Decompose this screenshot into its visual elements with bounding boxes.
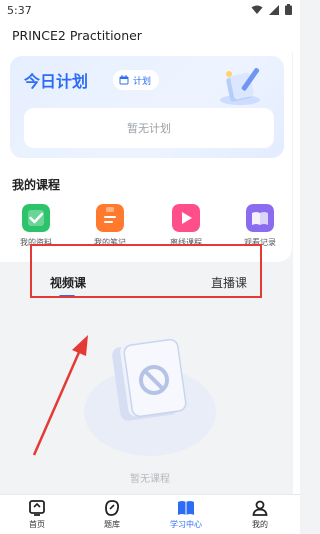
plan-empty-box: 暂无计划 [24, 108, 274, 148]
nav-question-bank[interactable]: 题库 [82, 498, 142, 534]
course-title[interactable]: PRINCE2 Practitioner [12, 28, 142, 43]
nav-profile-label: 我的 [252, 520, 268, 529]
nav-study-center-label: 学习中心 [170, 520, 202, 529]
home-icon [29, 500, 45, 516]
today-plan-card: 今日计划 计划 暂无计划 [10, 56, 284, 158]
calendar-icon [119, 75, 129, 85]
my-courses-title: 我的课程 [12, 178, 61, 192]
status-icons [251, 4, 292, 15]
plan-empty-text: 暂无计划 [127, 122, 171, 135]
plan-button[interactable]: 计划 [113, 70, 160, 90]
nav-study-center[interactable]: 学习中心 [156, 498, 216, 534]
question-bank-icon [105, 500, 120, 516]
top-card: 今日计划 计划 暂无计划 我的课程 我的资料 我的笔记 离线课程 观看记录 [0, 52, 292, 262]
book-icon [246, 204, 274, 232]
nav-home[interactable]: 首页 [7, 498, 67, 534]
nav-profile[interactable]: 我的 [230, 498, 290, 534]
bottom-nav: 首页 题库 学习中心 我的 [0, 494, 300, 534]
notes-icon [96, 204, 124, 232]
battery-icon [285, 4, 292, 15]
study-center-icon [178, 501, 194, 515]
video-play-icon [172, 204, 200, 232]
nav-home-label: 首页 [29, 520, 45, 529]
empty-state-icon [84, 337, 216, 456]
app-header: PRINCE2 Practitioner [0, 22, 300, 52]
status-time: 5:37 [7, 4, 32, 17]
plan-chip-label: 计划 [133, 76, 152, 87]
nav-question-bank-label: 题库 [104, 520, 120, 529]
wifi-icon [251, 5, 263, 14]
materials-icon [22, 204, 50, 232]
status-bar: 5:37 [0, 0, 300, 22]
profile-icon [252, 500, 268, 516]
signal-icon [269, 4, 279, 15]
plan-illustration-icon [220, 67, 260, 105]
plan-title: 今日计划 [24, 72, 89, 91]
annotation-highlight-box [30, 244, 262, 298]
empty-state-text: 暂无课程 [130, 474, 170, 485]
